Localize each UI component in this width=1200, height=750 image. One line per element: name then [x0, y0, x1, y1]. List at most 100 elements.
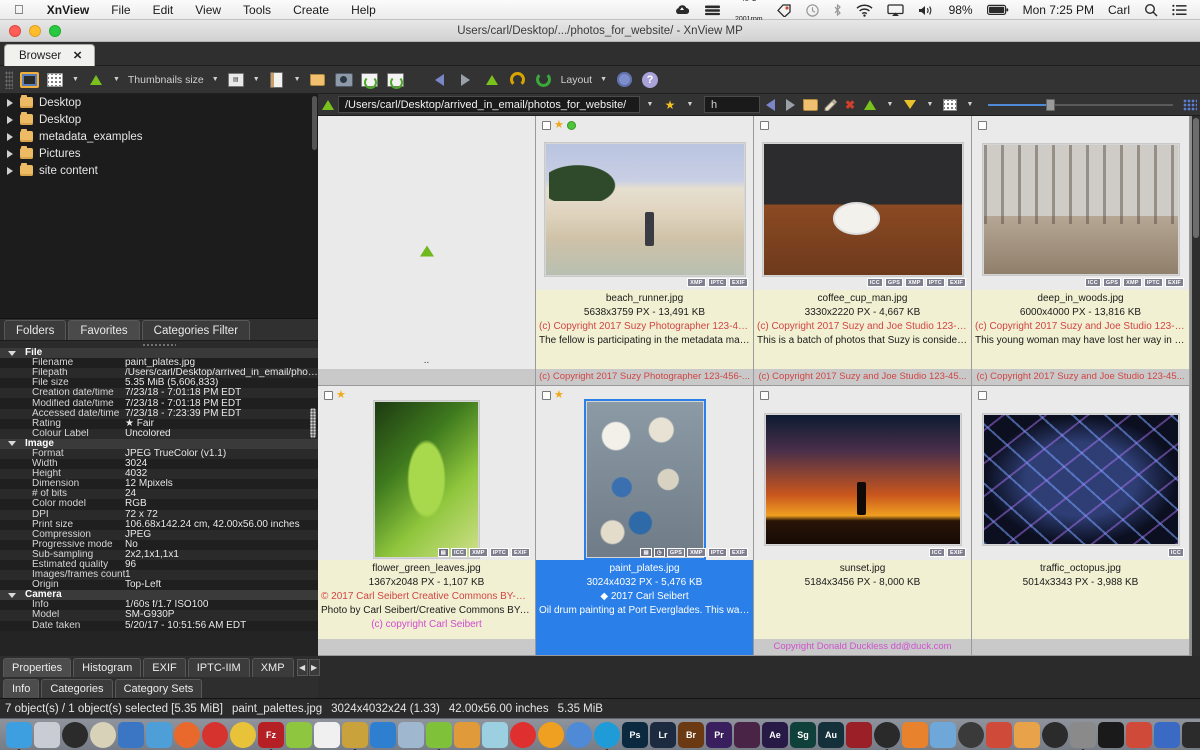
cell-thumbnail[interactable] [754, 134, 971, 284]
tab-properties[interactable]: Properties [3, 658, 72, 677]
parent-folder-button[interactable] [320, 96, 336, 114]
folder-tree[interactable]: Desktop Desktop metadata_examples Pictur… [0, 94, 318, 318]
tab-histogram[interactable]: Histogram [73, 658, 142, 677]
dock-item-books[interactable] [1014, 721, 1040, 748]
dock-item-transmit[interactable] [1126, 721, 1152, 748]
search-input[interactable]: h [704, 96, 760, 113]
tab-categories-filter[interactable]: Categories Filter [141, 320, 251, 340]
back-button[interactable] [429, 69, 451, 91]
triangle-right-icon[interactable] [6, 149, 14, 158]
grid-cell-traffic-octopus[interactable]: ICC traffic_octopus.jpg 5014x3343 PX - 3… [972, 386, 1190, 656]
chevron-down-icon[interactable]: ▼ [109, 76, 124, 83]
thumbnail-grid[interactable]: .. ★ XMP IPTC EXIF beach_runner.jpg 5638… [318, 116, 1192, 656]
settings-button[interactable] [613, 69, 635, 91]
dock-item-indesign[interactable] [734, 721, 760, 748]
thumbnails-size-label[interactable]: Thumbnails size [124, 74, 208, 86]
sort-button[interactable] [862, 96, 878, 114]
bluetooth-icon[interactable] [826, 3, 849, 17]
dock-item-dashboard[interactable] [118, 721, 144, 748]
address-dropdown[interactable]: ▼ [642, 96, 658, 114]
color-label-icon[interactable] [566, 121, 576, 130]
tree-item-desktop-2[interactable]: Desktop [0, 111, 318, 128]
layout-label[interactable]: Layout [557, 74, 597, 86]
cell-checkbox[interactable] [760, 391, 769, 400]
chevron-right-icon[interactable]: ▶ [308, 659, 320, 676]
forward-button[interactable] [455, 69, 477, 91]
dock-item-after-effects[interactable]: Ae [762, 721, 788, 748]
cell-checkbox[interactable] [978, 391, 987, 400]
dock-item-stock[interactable]: Sg [790, 721, 816, 748]
triangle-right-icon[interactable] [6, 166, 14, 175]
star-icon[interactable]: ★ [336, 390, 346, 401]
cell-thumbnail[interactable] [972, 404, 1189, 554]
dock-item-itunes[interactable] [1042, 721, 1068, 748]
properties-group-file[interactable]: File [0, 348, 318, 359]
dock-item-pages[interactable] [314, 721, 340, 748]
dock-item-dropbox[interactable] [370, 721, 396, 748]
grid-cell-beach-runner[interactable]: ★ XMP IPTC EXIF beach_runner.jpg 5638x37… [536, 116, 754, 386]
dock-item-globe[interactable] [566, 721, 592, 748]
back-button[interactable] [762, 96, 778, 114]
dock-item-system-prefs[interactable] [1070, 721, 1096, 748]
dock-item-contrast[interactable] [874, 721, 900, 748]
cell-thumbnail[interactable] [536, 134, 753, 284]
grid-cell-deep-in-woods[interactable]: ICC GPS XMP IPTC EXIF deep_in_woods.jpg … [972, 116, 1190, 386]
triangle-right-icon[interactable] [6, 98, 14, 107]
dock-item-word[interactable] [398, 721, 424, 748]
cell-thumbnail[interactable] [754, 404, 971, 554]
viewmode-button[interactable] [942, 96, 958, 114]
forward-button[interactable] [782, 96, 798, 114]
cell-thumbnail[interactable] [318, 400, 535, 558]
dock-item-tree[interactable] [482, 721, 508, 748]
sort-dropdown[interactable]: ▼ [882, 96, 898, 114]
chevron-down-icon[interactable]: ▼ [249, 76, 264, 83]
filter-dropdown[interactable]: ▼ [922, 96, 938, 114]
dock-item-vlc[interactable] [902, 721, 928, 748]
properties-scrollbar[interactable] [310, 352, 316, 652]
tree-scrollbar[interactable] [311, 94, 318, 318]
dock-item-audition[interactable]: Au [818, 721, 844, 748]
triangle-right-icon[interactable] [6, 132, 14, 141]
grid-cell-coffee-cup-man[interactable]: ICC GPS XMP IPTC EXIF coffee_cup_man.jpg… [754, 116, 972, 386]
rotate-left-button[interactable] [507, 69, 529, 91]
dock-item-opera[interactable] [202, 721, 228, 748]
tab-info[interactable]: Info [3, 679, 40, 698]
tab-categories[interactable]: Categories [41, 679, 113, 698]
filter-button[interactable] [902, 96, 918, 114]
dock-item-mail[interactable] [146, 721, 172, 748]
dock-item-acrobat[interactable] [846, 721, 872, 748]
tab-xmp[interactable]: XMP [251, 658, 294, 677]
tab-scroll-arrows[interactable]: ◀ ▶ [296, 658, 320, 677]
tab-exif[interactable]: EXIF [143, 658, 186, 677]
star-icon[interactable]: ★ [554, 390, 564, 401]
dock-item-cleanup[interactable] [1154, 721, 1180, 748]
drive-icon[interactable] [697, 4, 728, 16]
triangle-right-icon[interactable] [6, 115, 14, 124]
close-icon[interactable]: ✕ [73, 49, 83, 62]
cell-checkbox[interactable] [542, 121, 551, 130]
delete-button[interactable]: ✖ [842, 96, 858, 114]
menu-help[interactable]: Help [340, 0, 387, 20]
chevron-down-icon[interactable]: ▼ [208, 76, 223, 83]
triangle-down-icon[interactable] [8, 350, 16, 356]
apple-icon[interactable]:  [0, 0, 36, 20]
history-icon[interactable] [799, 3, 826, 17]
menu-edit[interactable]: Edit [142, 0, 185, 20]
dock-item-safari[interactable] [90, 721, 116, 748]
properties-panel[interactable]: File Filename paint_plates.jpg Filepath/U… [0, 348, 318, 656]
dock-item-notes[interactable] [286, 721, 312, 748]
dock-item-shazam[interactable] [594, 721, 620, 748]
tab-favorites[interactable]: Favorites [68, 320, 140, 340]
dock-item-photoshop[interactable]: Ps [622, 721, 648, 748]
thumbnail-zoom-slider[interactable] [988, 97, 1173, 113]
catalog-button[interactable] [266, 69, 288, 91]
grid-cell-sunset[interactable]: ICC EXIF sunset.jpg 5184x3456 PX - 8,000… [754, 386, 972, 656]
search-icon[interactable] [1137, 3, 1165, 17]
cloud-icon[interactable] [667, 4, 697, 16]
up-folder-button[interactable] [85, 69, 107, 91]
dock-item-lightroom[interactable]: Lr [650, 721, 676, 748]
filmstrip-button[interactable]: ▤ [225, 69, 247, 91]
tab-browser[interactable]: Browser ✕ [4, 44, 96, 66]
triangle-down-icon[interactable] [8, 441, 16, 447]
list-icon[interactable] [1165, 4, 1194, 16]
